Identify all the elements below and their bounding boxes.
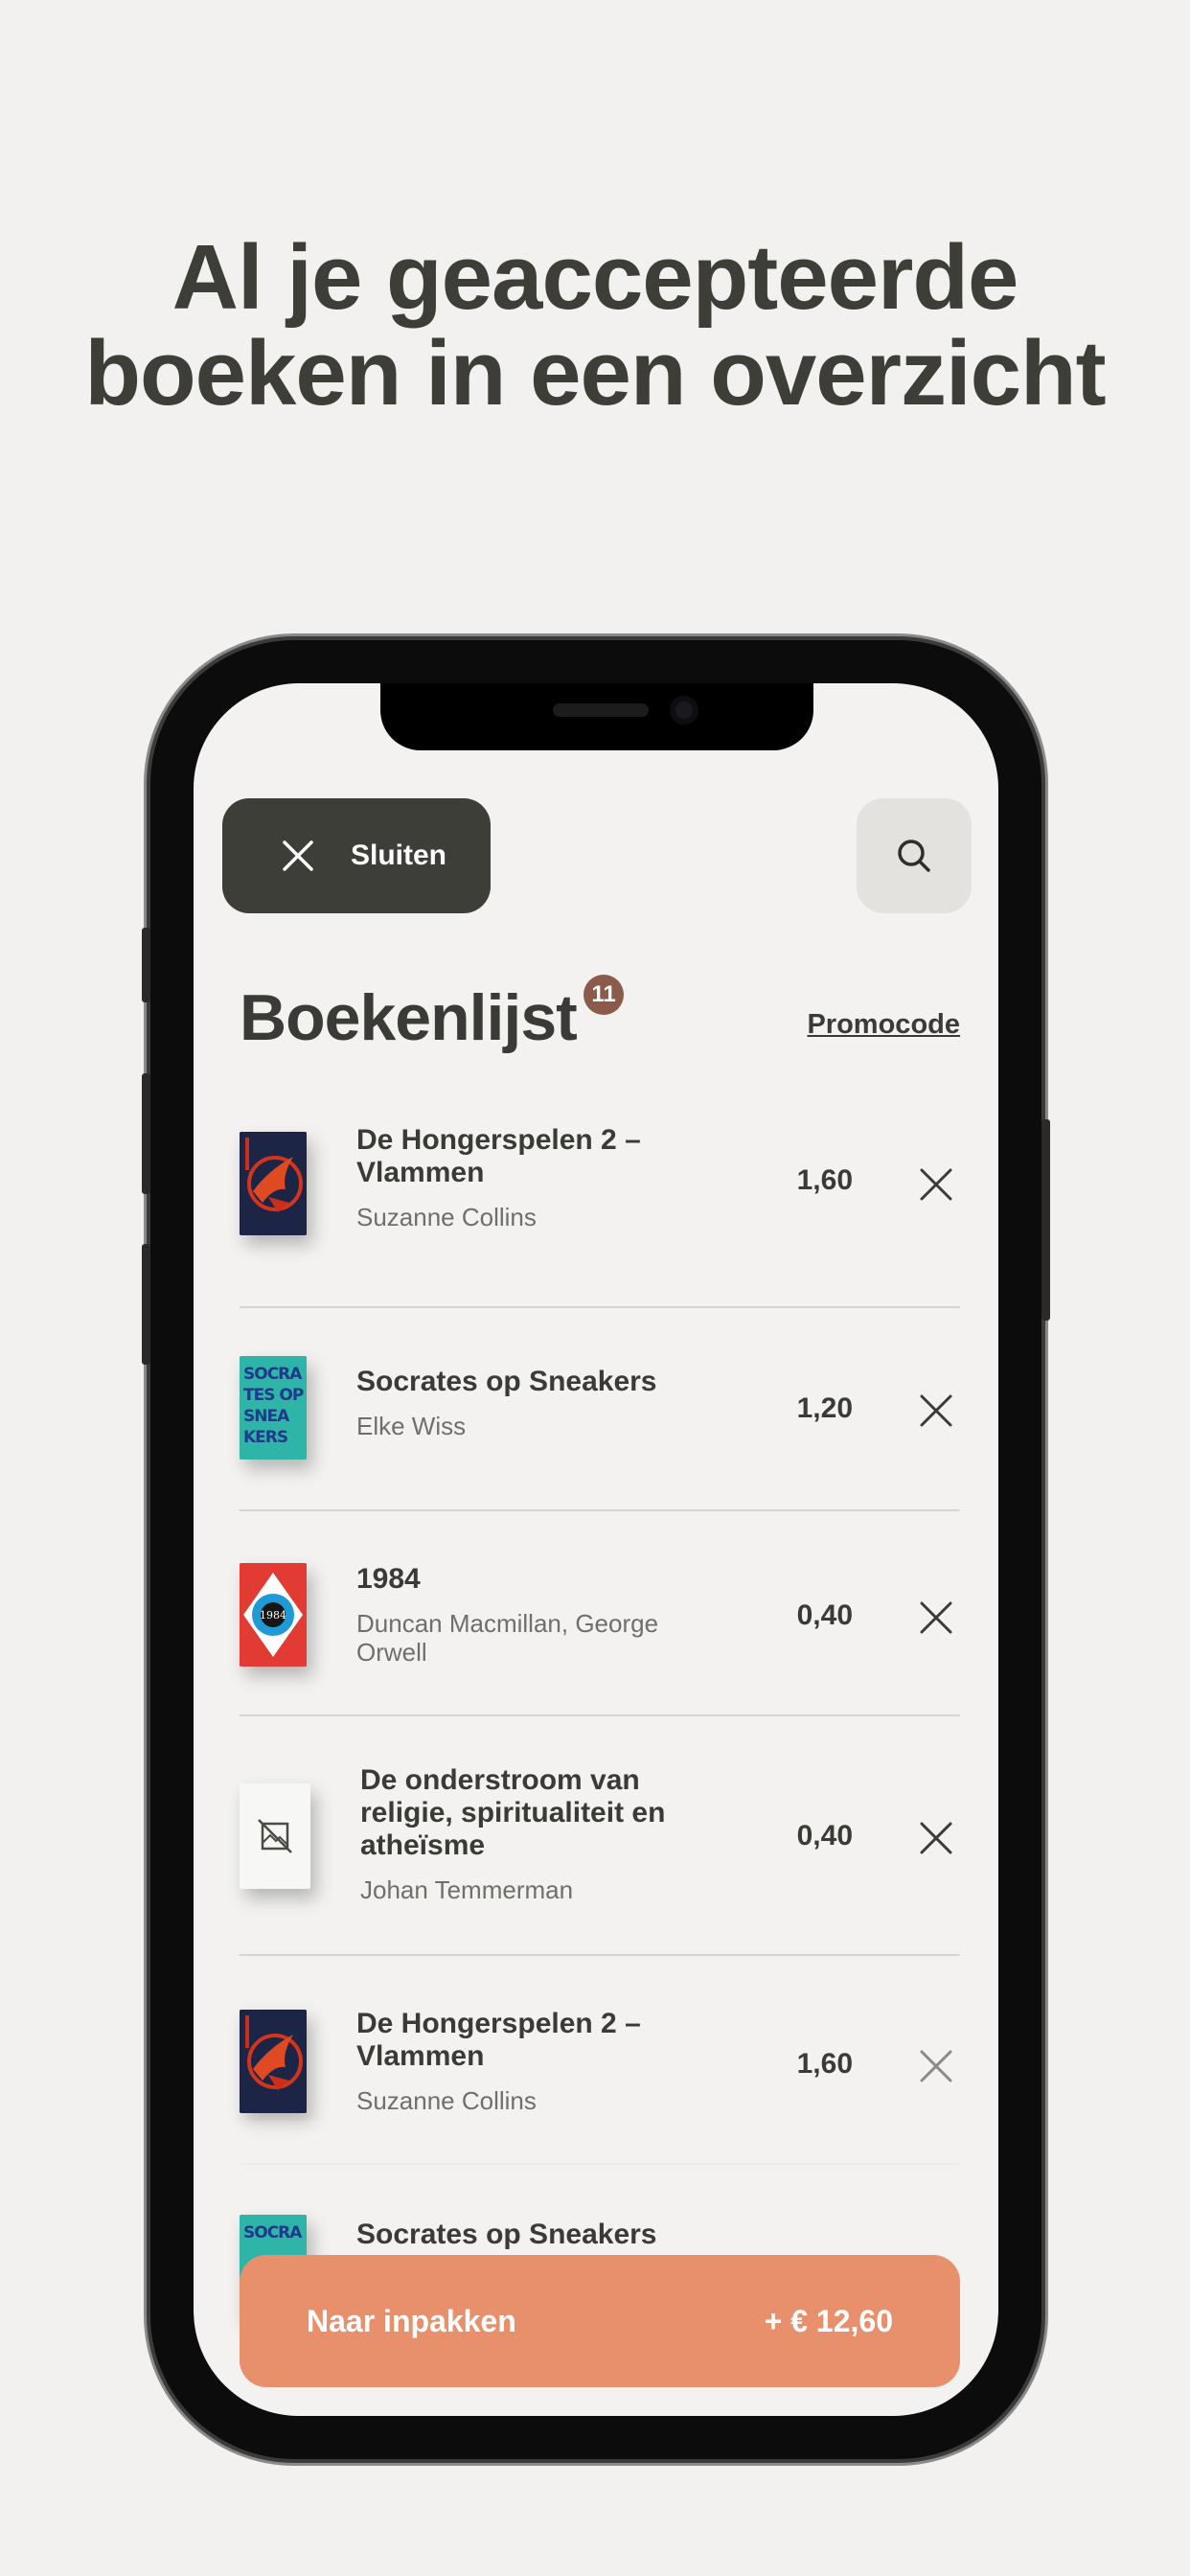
hunger-games-cover [240, 2010, 307, 2113]
book-list-item: De onderstroom van religie, spiritualite… [240, 1716, 960, 1956]
book-title: De Hongerspelen 2 – Vlammen [356, 2008, 641, 2072]
headline-line-1: Al je geaccepteerde [172, 226, 1019, 329]
no-image-icon [258, 1819, 292, 1853]
book-title: Socrates op Sneakers [356, 2219, 657, 2250]
book-price: 0,40 [796, 1599, 853, 1631]
book-list: De Hongerspelen 2 – Vlammen Suzanne Coll… [240, 1105, 960, 2318]
close-button[interactable]: Sluiten [222, 798, 491, 913]
list-fade-overlay [194, 2121, 998, 2207]
book-count-badge: 11 [584, 975, 624, 1015]
remove-book-icon[interactable] [920, 1601, 952, 1634]
volume-up-button [142, 1073, 150, 1194]
book-author: Duncan Macmillan, George Orwell [356, 1609, 659, 1667]
book-title: De Hongerspelen 2 – Vlammen [356, 1124, 641, 1188]
book-cover-placeholder [240, 1783, 310, 1889]
book-list-item: SOCRA TES OP SNEA KERS Socrates op Sneak… [240, 1308, 960, 1511]
headline-line-2: boeken in een overzicht [84, 322, 1106, 425]
promocode-link[interactable]: Promocode [807, 1009, 960, 1041]
checkout-total: + € 12,60 [764, 2303, 893, 2338]
page-title: Boekenlijst [240, 981, 578, 1054]
hunger-games-cover [240, 1132, 307, 1235]
front-camera [670, 696, 698, 724]
search-button[interactable] [857, 798, 972, 913]
checkout-button[interactable]: Naar inpakken + € 12,60 [240, 2255, 960, 2387]
app-screen: Sluiten Boekenlijst 11 Promocode De Hong… [194, 683, 998, 2416]
remove-book-icon[interactable] [920, 1822, 952, 1854]
checkout-button-label: Naar inpakken [307, 2303, 516, 2338]
socrates-cover-text: SOCRA [243, 2223, 303, 2242]
remove-book-icon[interactable] [920, 1394, 952, 1427]
1984-cover-text: 1984 [260, 1609, 286, 1622]
close-icon [283, 840, 313, 871]
book-price: 1,60 [796, 1164, 853, 1196]
marketing-headline: Al je geaccepteerde boeken in een overzi… [0, 230, 1190, 422]
book-title: De onderstroom van religie, spiritualite… [360, 1764, 666, 1861]
speaker [553, 703, 649, 717]
volume-down-button [142, 1244, 150, 1365]
1984-cover: 1984 [240, 1563, 307, 1667]
close-button-label: Sluiten [351, 840, 447, 871]
search-icon [898, 840, 930, 872]
remove-book-icon[interactable] [920, 2050, 952, 2082]
booklist-header: Boekenlijst 11 Promocode [240, 975, 960, 1057]
book-author: Elke Wiss [356, 1412, 467, 1440]
book-title: 1984 [356, 1563, 421, 1595]
book-author: Suzanne Collins [356, 1203, 537, 1231]
book-price: 0,40 [796, 1820, 853, 1852]
book-list-item: De Hongerspelen 2 – Vlammen Suzanne Coll… [240, 1105, 960, 1308]
remove-book-icon[interactable] [920, 1168, 952, 1201]
phone-frame: Sluiten Boekenlijst 11 Promocode De Hong… [142, 640, 1050, 2459]
book-list-item: 1984 1984 Duncan Macmillan, George Orwel… [240, 1511, 960, 1716]
book-author: Johan Temmerman [360, 1875, 574, 1904]
silent-switch [142, 928, 150, 1002]
book-author: Suzanne Collins [356, 2086, 537, 2115]
notch [380, 683, 813, 750]
book-title: Socrates op Sneakers [356, 1366, 657, 1397]
book-price: 1,20 [796, 1392, 853, 1424]
power-button [1041, 1119, 1050, 1321]
socrates-cover: SOCRA TES OP SNEA KERS [240, 1356, 307, 1460]
book-price: 1,60 [796, 2048, 853, 2080]
